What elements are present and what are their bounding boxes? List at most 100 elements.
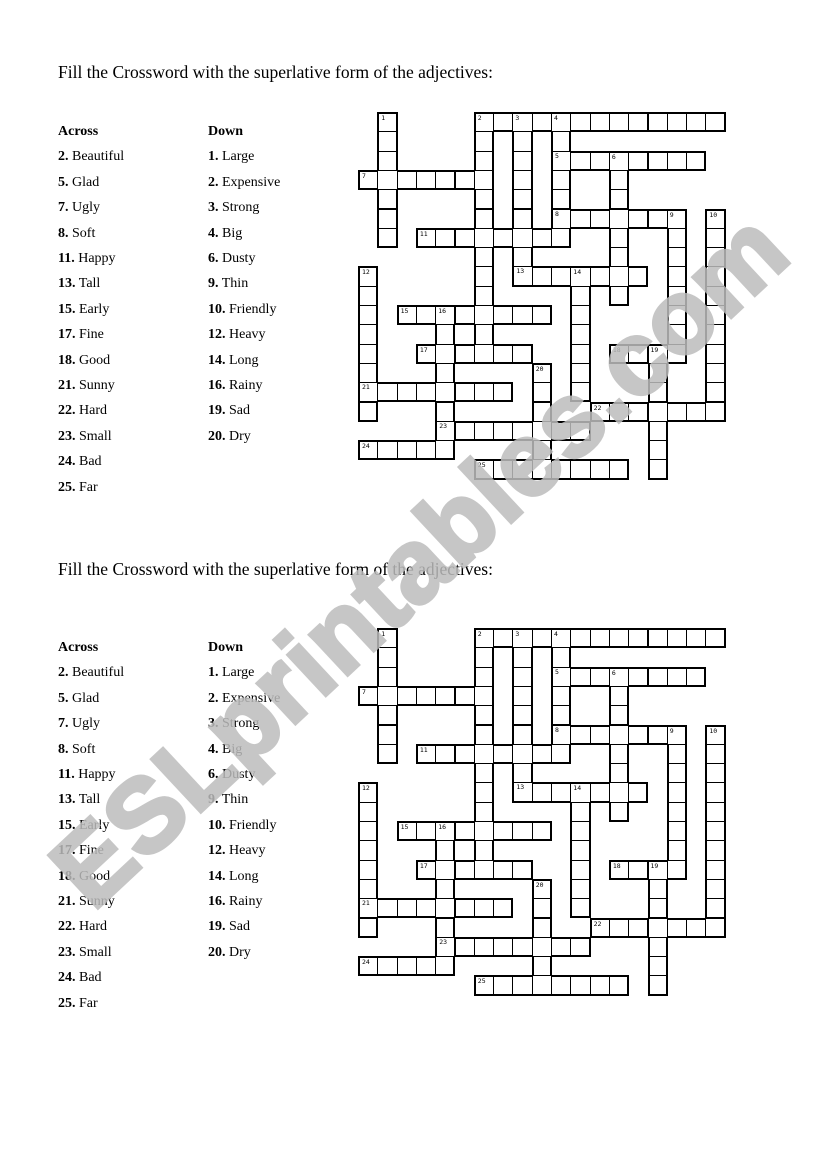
grid-cell[interactable] <box>435 859 456 880</box>
grid-cell[interactable] <box>628 266 649 287</box>
grid-cell[interactable] <box>628 401 649 422</box>
grid-cell[interactable] <box>377 647 398 668</box>
grid-cell[interactable] <box>570 898 591 919</box>
grid-cell[interactable] <box>551 227 572 249</box>
grid-cell[interactable] <box>666 840 688 861</box>
grid-cell[interactable] <box>377 150 398 171</box>
grid-cell[interactable] <box>512 459 533 480</box>
grid-cell[interactable] <box>570 628 591 649</box>
grid-cell[interactable] <box>666 305 688 326</box>
grid-cell[interactable] <box>686 917 707 938</box>
grid-cell[interactable] <box>608 743 630 765</box>
grid-cell[interactable] <box>705 362 726 384</box>
grid-cell[interactable] <box>493 821 514 842</box>
grid-cell[interactable]: 23 <box>435 936 456 958</box>
grid-cell[interactable] <box>512 724 533 745</box>
grid-cell[interactable] <box>531 305 552 326</box>
grid-cell[interactable] <box>435 840 456 861</box>
grid-cell[interactable] <box>666 112 688 133</box>
grid-cell[interactable] <box>473 763 495 784</box>
grid-cell[interactable]: 22 <box>589 401 610 422</box>
grid-cell[interactable]: 1 <box>377 628 398 649</box>
grid-cell[interactable] <box>666 247 688 268</box>
grid-cell[interactable] <box>396 685 417 707</box>
grid-cell[interactable] <box>628 628 649 649</box>
grid-cell[interactable] <box>531 975 552 996</box>
grid-cell[interactable] <box>358 362 379 384</box>
grid-cell[interactable]: 25 <box>473 459 495 480</box>
grid-cell[interactable] <box>531 743 552 765</box>
grid-cell[interactable] <box>531 917 552 938</box>
grid-cell[interactable] <box>608 917 630 938</box>
grid-cell[interactable] <box>647 917 668 938</box>
grid-cell[interactable] <box>705 382 726 403</box>
grid-cell[interactable]: 18 <box>608 343 630 364</box>
grid-cell[interactable] <box>608 685 630 707</box>
grid-cell[interactable] <box>377 898 398 919</box>
grid-cell[interactable] <box>512 169 533 191</box>
grid-cell[interactable] <box>454 305 475 326</box>
grid-cell[interactable]: 4 <box>551 628 572 649</box>
grid-cell[interactable] <box>377 131 398 152</box>
grid-cell[interactable] <box>512 763 533 784</box>
grid-cell[interactable]: 9 <box>666 208 688 229</box>
grid-cell[interactable] <box>531 382 552 403</box>
grid-cell[interactable]: 17 <box>415 343 437 364</box>
grid-cell[interactable] <box>473 189 495 210</box>
grid-cell[interactable] <box>377 382 398 403</box>
grid-cell[interactable] <box>705 782 726 803</box>
grid-cell[interactable] <box>512 647 533 668</box>
grid-cell[interactable] <box>493 420 514 442</box>
grid-cell[interactable] <box>570 420 591 442</box>
grid-cell[interactable] <box>589 112 610 133</box>
grid-cell[interactable] <box>705 227 726 249</box>
grid-cell[interactable] <box>358 859 379 880</box>
grid-cell[interactable]: 1 <box>377 112 398 133</box>
grid-cell[interactable] <box>473 324 495 345</box>
grid-cell[interactable]: 2 <box>473 628 495 649</box>
grid-cell[interactable] <box>512 705 533 726</box>
grid-cell[interactable] <box>666 401 688 422</box>
grid-cell[interactable] <box>493 898 514 919</box>
grid-cell[interactable] <box>454 343 475 364</box>
grid-cell[interactable] <box>415 821 437 842</box>
grid-cell[interactable] <box>666 801 688 822</box>
grid-cell[interactable] <box>551 975 572 996</box>
grid-cell[interactable] <box>493 343 514 364</box>
grid-cell[interactable] <box>531 401 552 422</box>
grid-cell[interactable] <box>493 743 514 765</box>
grid-cell[interactable] <box>628 208 649 229</box>
grid-cell[interactable] <box>493 936 514 958</box>
grid-cell[interactable]: 20 <box>531 878 552 900</box>
grid-cell[interactable] <box>435 324 456 345</box>
grid-cell[interactable] <box>473 343 495 364</box>
grid-cell[interactable]: 5 <box>551 666 572 687</box>
grid-cell[interactable]: 15 <box>396 305 417 326</box>
grid-cell[interactable] <box>705 898 726 919</box>
grid-cell[interactable] <box>454 821 475 842</box>
grid-cell[interactable] <box>531 227 552 249</box>
grid-cell[interactable] <box>473 840 495 861</box>
grid-cell[interactable] <box>551 169 572 191</box>
grid-cell[interactable] <box>589 724 610 745</box>
grid-cell[interactable]: 19 <box>647 343 668 364</box>
grid-cell[interactable] <box>493 305 514 326</box>
grid-cell[interactable] <box>608 724 630 745</box>
grid-cell[interactable]: 12 <box>358 782 379 803</box>
grid-cell[interactable] <box>647 724 668 745</box>
grid-cell[interactable] <box>435 362 456 384</box>
grid-cell[interactable] <box>454 169 475 191</box>
grid-cell[interactable] <box>473 647 495 668</box>
grid-cell[interactable] <box>415 440 437 461</box>
grid-cell[interactable] <box>705 840 726 861</box>
grid-cell[interactable] <box>512 131 533 152</box>
grid-cell[interactable] <box>531 112 552 133</box>
grid-cell[interactable] <box>454 859 475 880</box>
grid-cell[interactable] <box>705 305 726 326</box>
grid-cell[interactable] <box>473 382 495 403</box>
grid-cell[interactable] <box>473 705 495 726</box>
grid-cell[interactable] <box>493 112 514 133</box>
grid-cell[interactable] <box>705 628 726 649</box>
grid-cell[interactable] <box>473 685 495 707</box>
grid-cell[interactable] <box>628 112 649 133</box>
